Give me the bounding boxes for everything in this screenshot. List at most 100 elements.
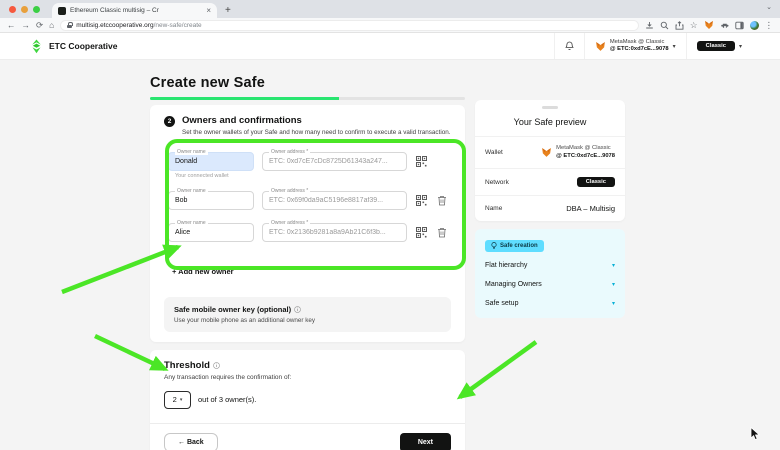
owner-address-input[interactable]: Owner address * ETC: 0x69f0da9aC5196e881… xyxy=(262,191,407,210)
network-chevron-down-icon[interactable]: ▾ xyxy=(739,43,742,50)
home-icon[interactable]: ⌂ xyxy=(49,21,54,30)
connected-wallet[interactable]: MetaMask @ Classic @ ETC:0xd7cE...9078 ▾ xyxy=(584,33,686,59)
wallet-name: MetaMask @ Classic xyxy=(610,39,669,46)
app-header: ETC Cooperative MetaMask @ Classic @ ETC… xyxy=(0,33,780,60)
threshold-value: 2 xyxy=(173,395,177,404)
browser-tab[interactable]: Ethereum Classic multisig – Cr × xyxy=(52,3,217,18)
notifications[interactable] xyxy=(554,33,584,59)
reload-icon[interactable]: ⟳ xyxy=(36,21,43,30)
owner-row: Owner name Donald Owner address * ETC: 0… xyxy=(168,152,447,171)
qr-code-icon[interactable] xyxy=(415,227,428,238)
owners-list: Owner name Donald Owner address * ETC: 0… xyxy=(164,152,451,279)
new-tab-button[interactable]: + xyxy=(225,5,231,16)
next-button[interactable]: Next xyxy=(400,433,451,450)
chevron-down-icon: ▾ xyxy=(612,262,615,269)
help-accordion-safe-setup[interactable]: Safe setup ▾ xyxy=(485,293,615,312)
owner-name-label: Owner name xyxy=(175,188,208,194)
owner-name-input[interactable]: Owner name Bob xyxy=(168,191,254,210)
window-controls[interactable] xyxy=(9,6,40,13)
help-accordion-managing-owners[interactable]: Managing Owners ▾ xyxy=(485,274,615,293)
progress-fill xyxy=(150,97,339,100)
url-text[interactable]: multisig.etccooperative.org/new-safe/cre… xyxy=(76,22,201,29)
owner-address-label: Owner address * xyxy=(269,188,310,194)
threshold-suffix: out of 3 owner(s). xyxy=(198,395,256,404)
install-icon[interactable] xyxy=(645,21,654,30)
back-button[interactable]: ← Back xyxy=(164,433,218,450)
browser-toolbar: ← → ⟳ ⌂ multisig.etccooperative.org/new-… xyxy=(0,18,780,33)
metamask-extension-icon[interactable] xyxy=(704,20,714,30)
add-new-owner-button[interactable]: + Add new owner xyxy=(172,267,234,276)
wallet-address: @ ETC:0xd7cE...9078 xyxy=(610,46,669,53)
delete-owner-trash-icon[interactable] xyxy=(436,227,447,238)
side-panel-icon[interactable] xyxy=(735,21,744,30)
profile-avatar[interactable] xyxy=(750,21,759,30)
forward-icon[interactable]: → xyxy=(22,21,31,30)
tab-overflow-chevron-icon[interactable]: ⌄ xyxy=(766,3,772,11)
address-bar[interactable]: multisig.etccooperative.org/new-safe/cre… xyxy=(60,20,639,31)
owner-name-label: Owner name xyxy=(175,220,208,226)
safe-creation-badge: Safe creation xyxy=(485,240,544,252)
header-right: MetaMask @ Classic @ ETC:0xd7cE...9078 ▾… xyxy=(554,33,752,59)
brand[interactable]: ETC Cooperative xyxy=(30,39,118,54)
safe-preview-title: Your Safe preview xyxy=(475,117,625,127)
owner-row: Owner name Bob Owner address * ETC: 0x69… xyxy=(168,191,447,210)
preview-network-row: Network Classic xyxy=(475,168,625,195)
minimize-window-button[interactable] xyxy=(21,6,28,13)
extensions-puzzle-icon[interactable] xyxy=(720,21,729,30)
mobile-key-subtitle: Use your mobile phone as an additional o… xyxy=(174,317,441,324)
url-domain: multisig.etccooperative.org xyxy=(76,22,153,29)
network-selector[interactable]: Classic ▾ xyxy=(686,33,752,59)
owner-name-value: Donald xyxy=(175,158,197,165)
preview-wallet-name: MetaMask @ Classic xyxy=(556,145,615,153)
step-title: Owners and confirmations xyxy=(182,115,450,126)
preview-network-badge: Classic xyxy=(577,177,615,187)
url-path: /new-safe/create xyxy=(154,22,202,29)
connected-wallet-helper: Your connected wallet xyxy=(175,173,447,180)
tab-strip: Ethereum Classic multisig – Cr × + ⌄ xyxy=(0,0,780,18)
owner-name-input[interactable]: Owner name Donald xyxy=(168,152,254,171)
secure-lock-icon xyxy=(67,22,72,28)
info-icon xyxy=(213,362,220,369)
close-window-button[interactable] xyxy=(9,6,16,13)
share-icon[interactable] xyxy=(675,21,684,30)
qr-code-icon[interactable] xyxy=(415,156,428,167)
progress-bar xyxy=(150,97,465,100)
back-icon[interactable]: ← xyxy=(7,21,16,30)
bookmark-star-icon[interactable]: ☆ xyxy=(690,21,698,30)
tab-close-icon[interactable]: × xyxy=(206,7,211,15)
mobile-owner-key-box[interactable]: Safe mobile owner key (optional) Use you… xyxy=(164,297,451,332)
owner-address-label: Owner address * xyxy=(269,220,310,226)
toolbar-right-icons: ☆ ⋮ xyxy=(645,20,773,30)
wallet-info: MetaMask @ Classic @ ETC:0xd7cE...9078 xyxy=(610,39,669,53)
brand-name: ETC Cooperative xyxy=(49,41,118,51)
delete-owner-trash-icon[interactable] xyxy=(436,195,447,206)
zoom-window-button[interactable] xyxy=(33,6,40,13)
network-badge[interactable]: Classic xyxy=(697,41,735,51)
owner-address-label: Owner address * xyxy=(269,149,310,155)
sidebar: Your Safe preview Wallet MetaMask @ Clas… xyxy=(475,60,625,318)
owner-name-value: Bob xyxy=(175,197,187,204)
metamask-fox-icon xyxy=(541,147,552,158)
owner-address-input[interactable]: Owner address * ETC: 0x2136b9281a8a9Ab21… xyxy=(262,223,407,242)
owner-address-input[interactable]: Owner address * ETC: 0xd7cE7cDc8725D6134… xyxy=(262,152,407,171)
zoom-icon[interactable] xyxy=(660,21,669,30)
owner-address-value: ETC: 0x69f0da9aC5196e8817af39... xyxy=(269,197,383,204)
menu-kebab-icon[interactable]: ⋮ xyxy=(765,21,774,30)
threshold-title: Threshold xyxy=(164,360,210,371)
owners-card: 2 Owners and confirmations Set the owner… xyxy=(150,105,465,342)
wallet-chevron-down-icon[interactable]: ▾ xyxy=(673,43,676,50)
browser-window: Ethereum Classic multisig – Cr × + ⌄ ← →… xyxy=(0,0,780,450)
owner-address-value: ETC: 0x2136b9281a8a9Ab21C6f3b... xyxy=(269,229,386,236)
threshold-select[interactable]: 2 ▾ xyxy=(164,391,191,409)
help-accordion-flat-hierarchy[interactable]: Flat hierarchy ▾ xyxy=(485,255,615,274)
mobile-key-title: Safe mobile owner key (optional) xyxy=(174,305,291,314)
step-subtitle: Set the owner wallets of your Safe and h… xyxy=(182,129,450,136)
qr-code-icon[interactable] xyxy=(415,195,428,206)
name-row-label: Name xyxy=(485,205,502,212)
safe-creation-badge-label: Safe creation xyxy=(500,243,538,249)
threshold-card: Threshold Any transaction requires the c… xyxy=(150,350,465,450)
bell-icon[interactable] xyxy=(565,41,574,51)
owner-name-input[interactable]: Owner name Alice xyxy=(168,223,254,242)
drag-pill xyxy=(542,106,558,109)
tab-favicon xyxy=(58,7,66,15)
